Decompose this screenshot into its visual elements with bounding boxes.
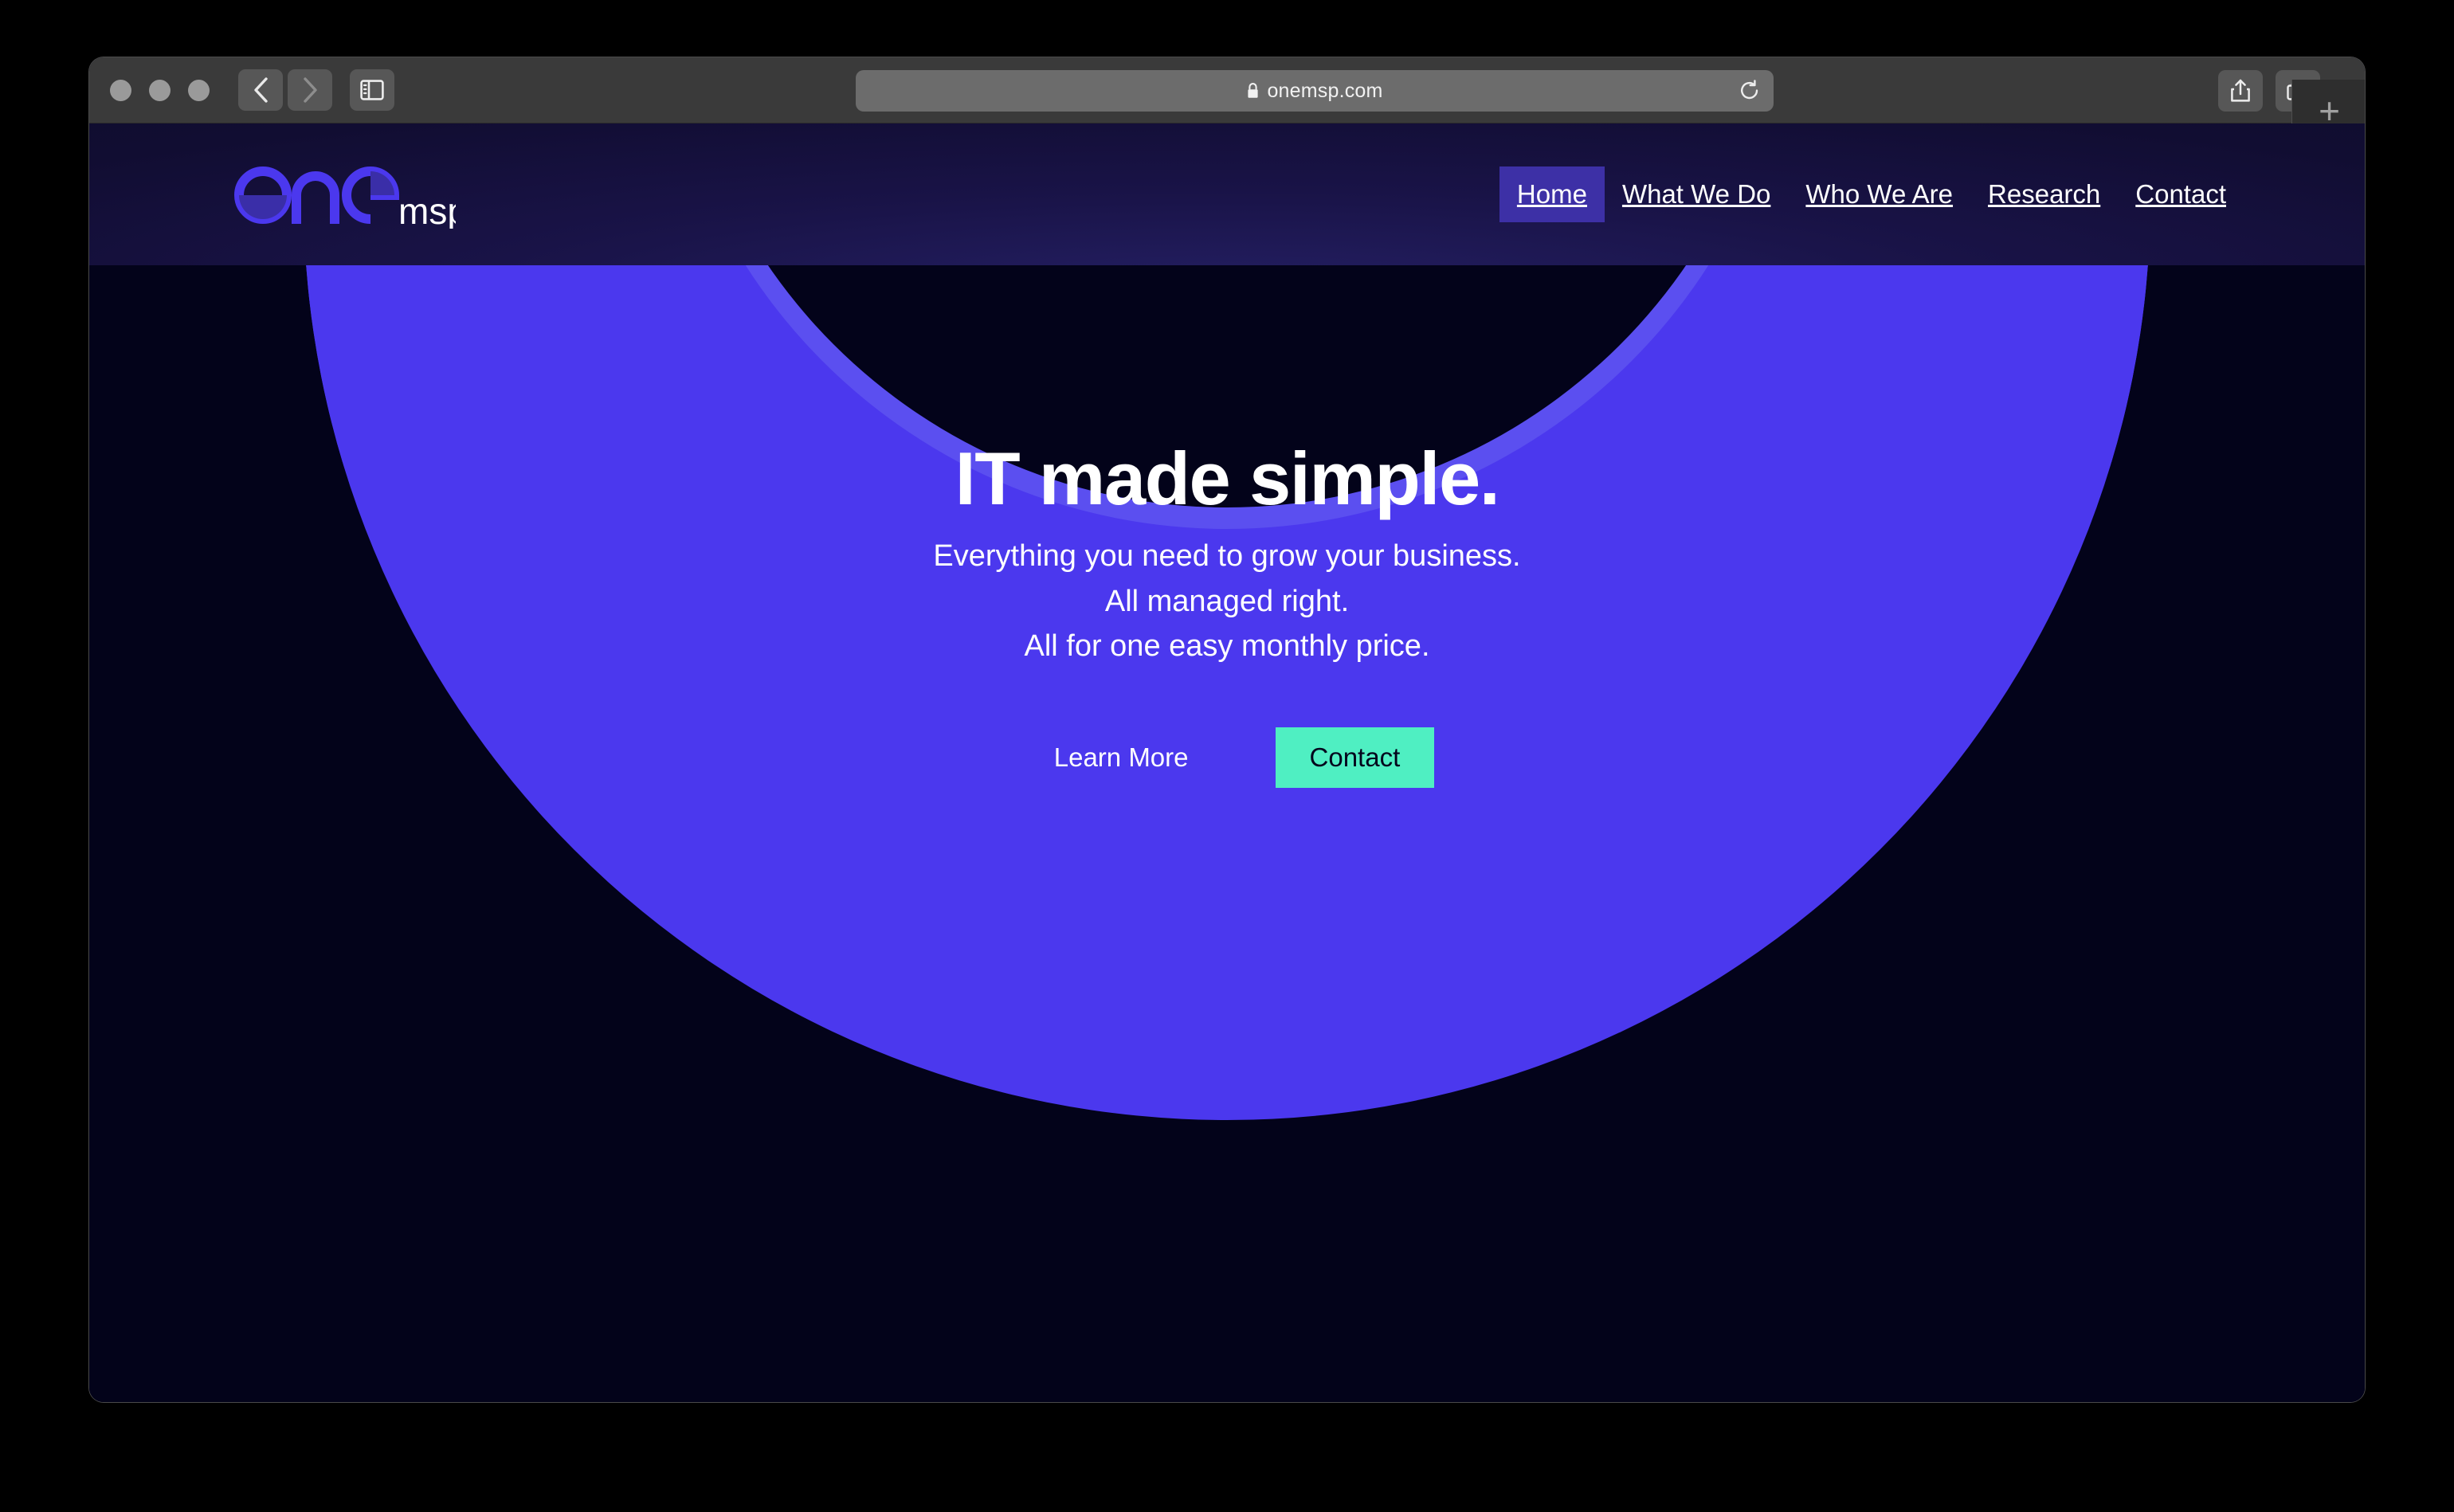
maximize-button[interactable] <box>188 79 210 101</box>
onemsp-logo-icon: msp <box>234 166 456 229</box>
nav-item-what-we-do[interactable]: What We Do <box>1605 166 1788 222</box>
nav-item-contact[interactable]: Contact <box>2118 166 2244 222</box>
lock-icon <box>1248 83 1259 98</box>
hero-title: IT made simple. <box>955 437 1500 520</box>
url-text: onemsp.com <box>1267 79 1383 102</box>
reload-icon <box>1741 80 1758 100</box>
contact-button[interactable]: Contact <box>1275 727 1435 789</box>
close-button[interactable] <box>110 79 131 101</box>
toolbar-right-group: + <box>2218 70 2365 141</box>
site-header: msp Home What We Do Who We Are Research … <box>89 123 2365 265</box>
hero-cta-row: Learn More Contact <box>89 727 2365 789</box>
hero-subtitle-line-2: All managed right. <box>1104 584 1350 618</box>
back-button[interactable] <box>238 69 283 111</box>
svg-text:msp: msp <box>398 190 456 229</box>
address-bar[interactable]: onemsp.com <box>856 70 1774 112</box>
browser-window: onemsp.com + ms Home What We Do Who We A… <box>89 57 2365 1402</box>
navigation-buttons <box>238 69 332 111</box>
hero-subtitle-line-1: Everything you need to grow your busines… <box>933 539 1521 573</box>
nav-item-who-we-are[interactable]: Who We Are <box>1788 166 1970 222</box>
nav-item-research[interactable]: Research <box>1970 166 2118 222</box>
window-controls <box>110 79 210 101</box>
hero-content: IT made simple. Everything you need to g… <box>89 265 2365 789</box>
hero-subtitle: Everything you need to grow your busines… <box>89 536 2365 668</box>
hero-subtitle-line-3: All for one easy monthly price. <box>1024 629 1430 664</box>
address-bar-content: onemsp.com <box>1246 80 1382 103</box>
sidebar-icon <box>360 80 384 100</box>
nav-item-home[interactable]: Home <box>1499 166 1605 222</box>
site-logo[interactable]: msp <box>234 160 456 229</box>
webpage: msp Home What We Do Who We Are Research … <box>89 123 2365 1402</box>
learn-more-button[interactable]: Learn More <box>1019 727 1223 789</box>
share-icon <box>2231 79 2250 102</box>
reload-button[interactable] <box>1739 80 1760 102</box>
minimize-button[interactable] <box>149 79 171 101</box>
sidebar-toggle-button[interactable] <box>350 69 394 111</box>
chevron-right-icon <box>304 77 317 103</box>
hero-section: IT made simple. Everything you need to g… <box>89 123 2365 1402</box>
share-button[interactable] <box>2218 70 2263 112</box>
chevron-left-icon <box>254 77 268 103</box>
browser-toolbar: onemsp.com + <box>89 57 2365 141</box>
main-navigation: Home What We Do Who We Are Research Cont… <box>1499 166 2244 222</box>
forward-button[interactable] <box>288 69 332 111</box>
